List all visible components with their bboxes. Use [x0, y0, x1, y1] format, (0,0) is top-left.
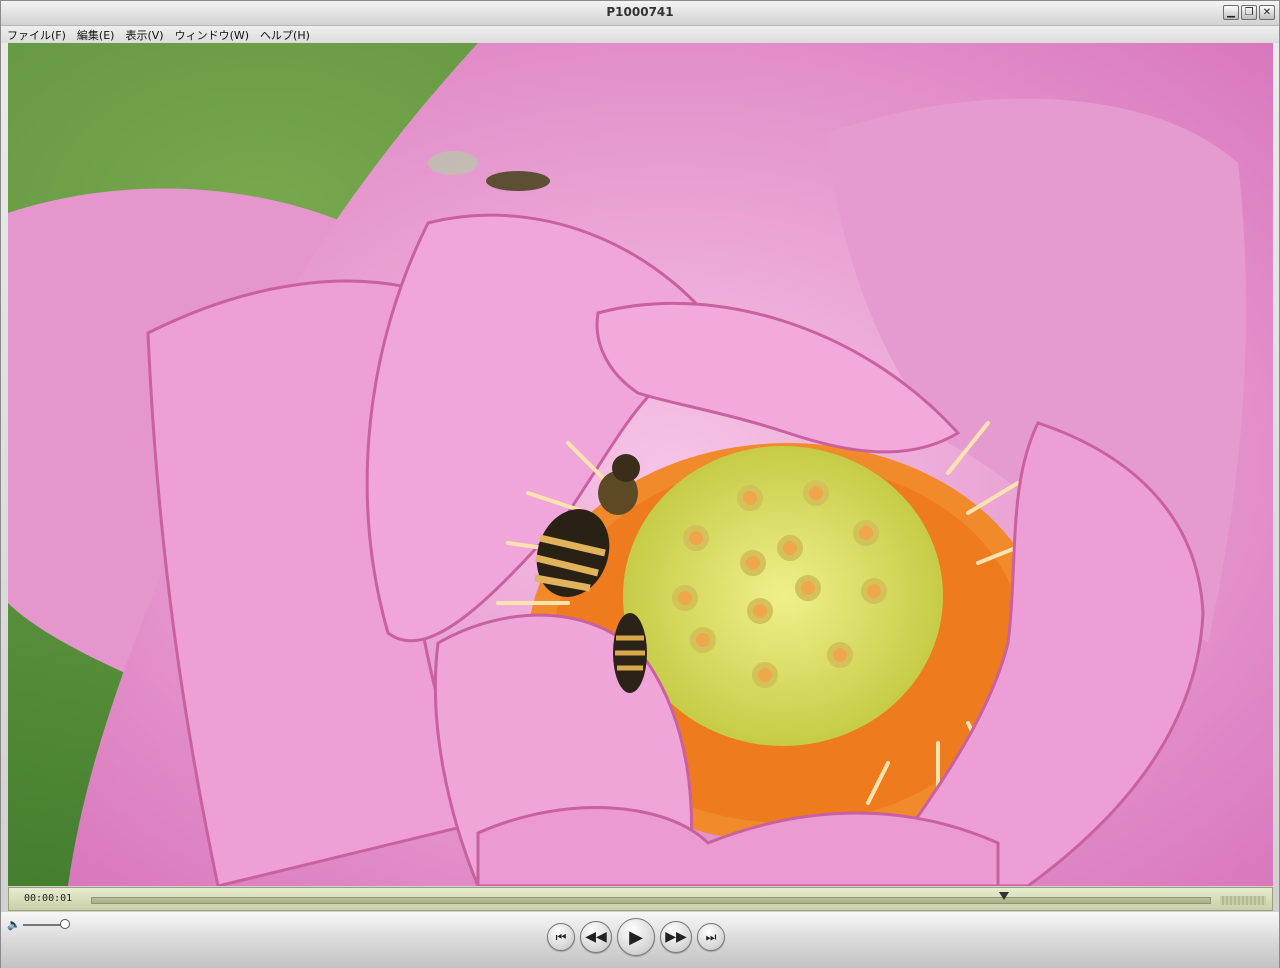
menu-window[interactable]: ウィンドウ(W): [175, 27, 249, 43]
maximize-button[interactable]: ❐: [1241, 5, 1257, 20]
speaker-icon[interactable]: 🔈: [7, 918, 21, 931]
menu-file[interactable]: ファイル(F): [7, 27, 66, 43]
rewind-button[interactable]: ◀◀: [580, 921, 612, 953]
timeline-bar: 00:00:01: [8, 887, 1273, 911]
menu-bar: ファイル(F) 編集(E) 表示(V) ウィンドウ(W) ヘルプ(H): [1, 26, 1279, 43]
lotus-flower-image: [8, 43, 1273, 886]
volume-knob[interactable]: [60, 918, 70, 929]
title-bar[interactable]: P1000741 ▁ ❐ ✕: [1, 1, 1279, 26]
menu-view[interactable]: 表示(V): [125, 27, 163, 43]
menu-edit[interactable]: 編集(E): [77, 27, 115, 43]
window-buttons: ▁ ❐ ✕: [1223, 5, 1275, 20]
transport-controls: ⏮ ◀◀ ▶ ▶▶ ⏭: [547, 918, 725, 956]
control-bar: 🔈 ⏮ ◀◀ ▶ ▶▶ ⏭: [1, 912, 1279, 968]
volume-slider[interactable]: [23, 918, 70, 929]
timecode-display: 00:00:01: [24, 893, 73, 904]
go-to-start-button[interactable]: ⏮: [547, 923, 575, 951]
window-title: P1000741: [606, 5, 674, 19]
minimize-button[interactable]: ▁: [1223, 5, 1239, 20]
menu-help[interactable]: ヘルプ(H): [260, 27, 310, 43]
player-window: P1000741 ▁ ❐ ✕ ファイル(F) 編集(E) 表示(V) ウィンドウ…: [0, 0, 1280, 968]
scrub-track[interactable]: [91, 897, 1211, 904]
play-button[interactable]: ▶: [617, 918, 655, 956]
close-button[interactable]: ✕: [1259, 5, 1275, 20]
bee-2: [613, 613, 647, 693]
go-to-end-button[interactable]: ⏭: [697, 923, 725, 951]
timeline-grip: [1220, 896, 1266, 905]
video-frame[interactable]: [8, 43, 1273, 886]
playhead-marker[interactable]: [998, 892, 1009, 900]
volume-control: 🔈: [7, 918, 70, 931]
fast-forward-button[interactable]: ▶▶: [660, 921, 692, 953]
